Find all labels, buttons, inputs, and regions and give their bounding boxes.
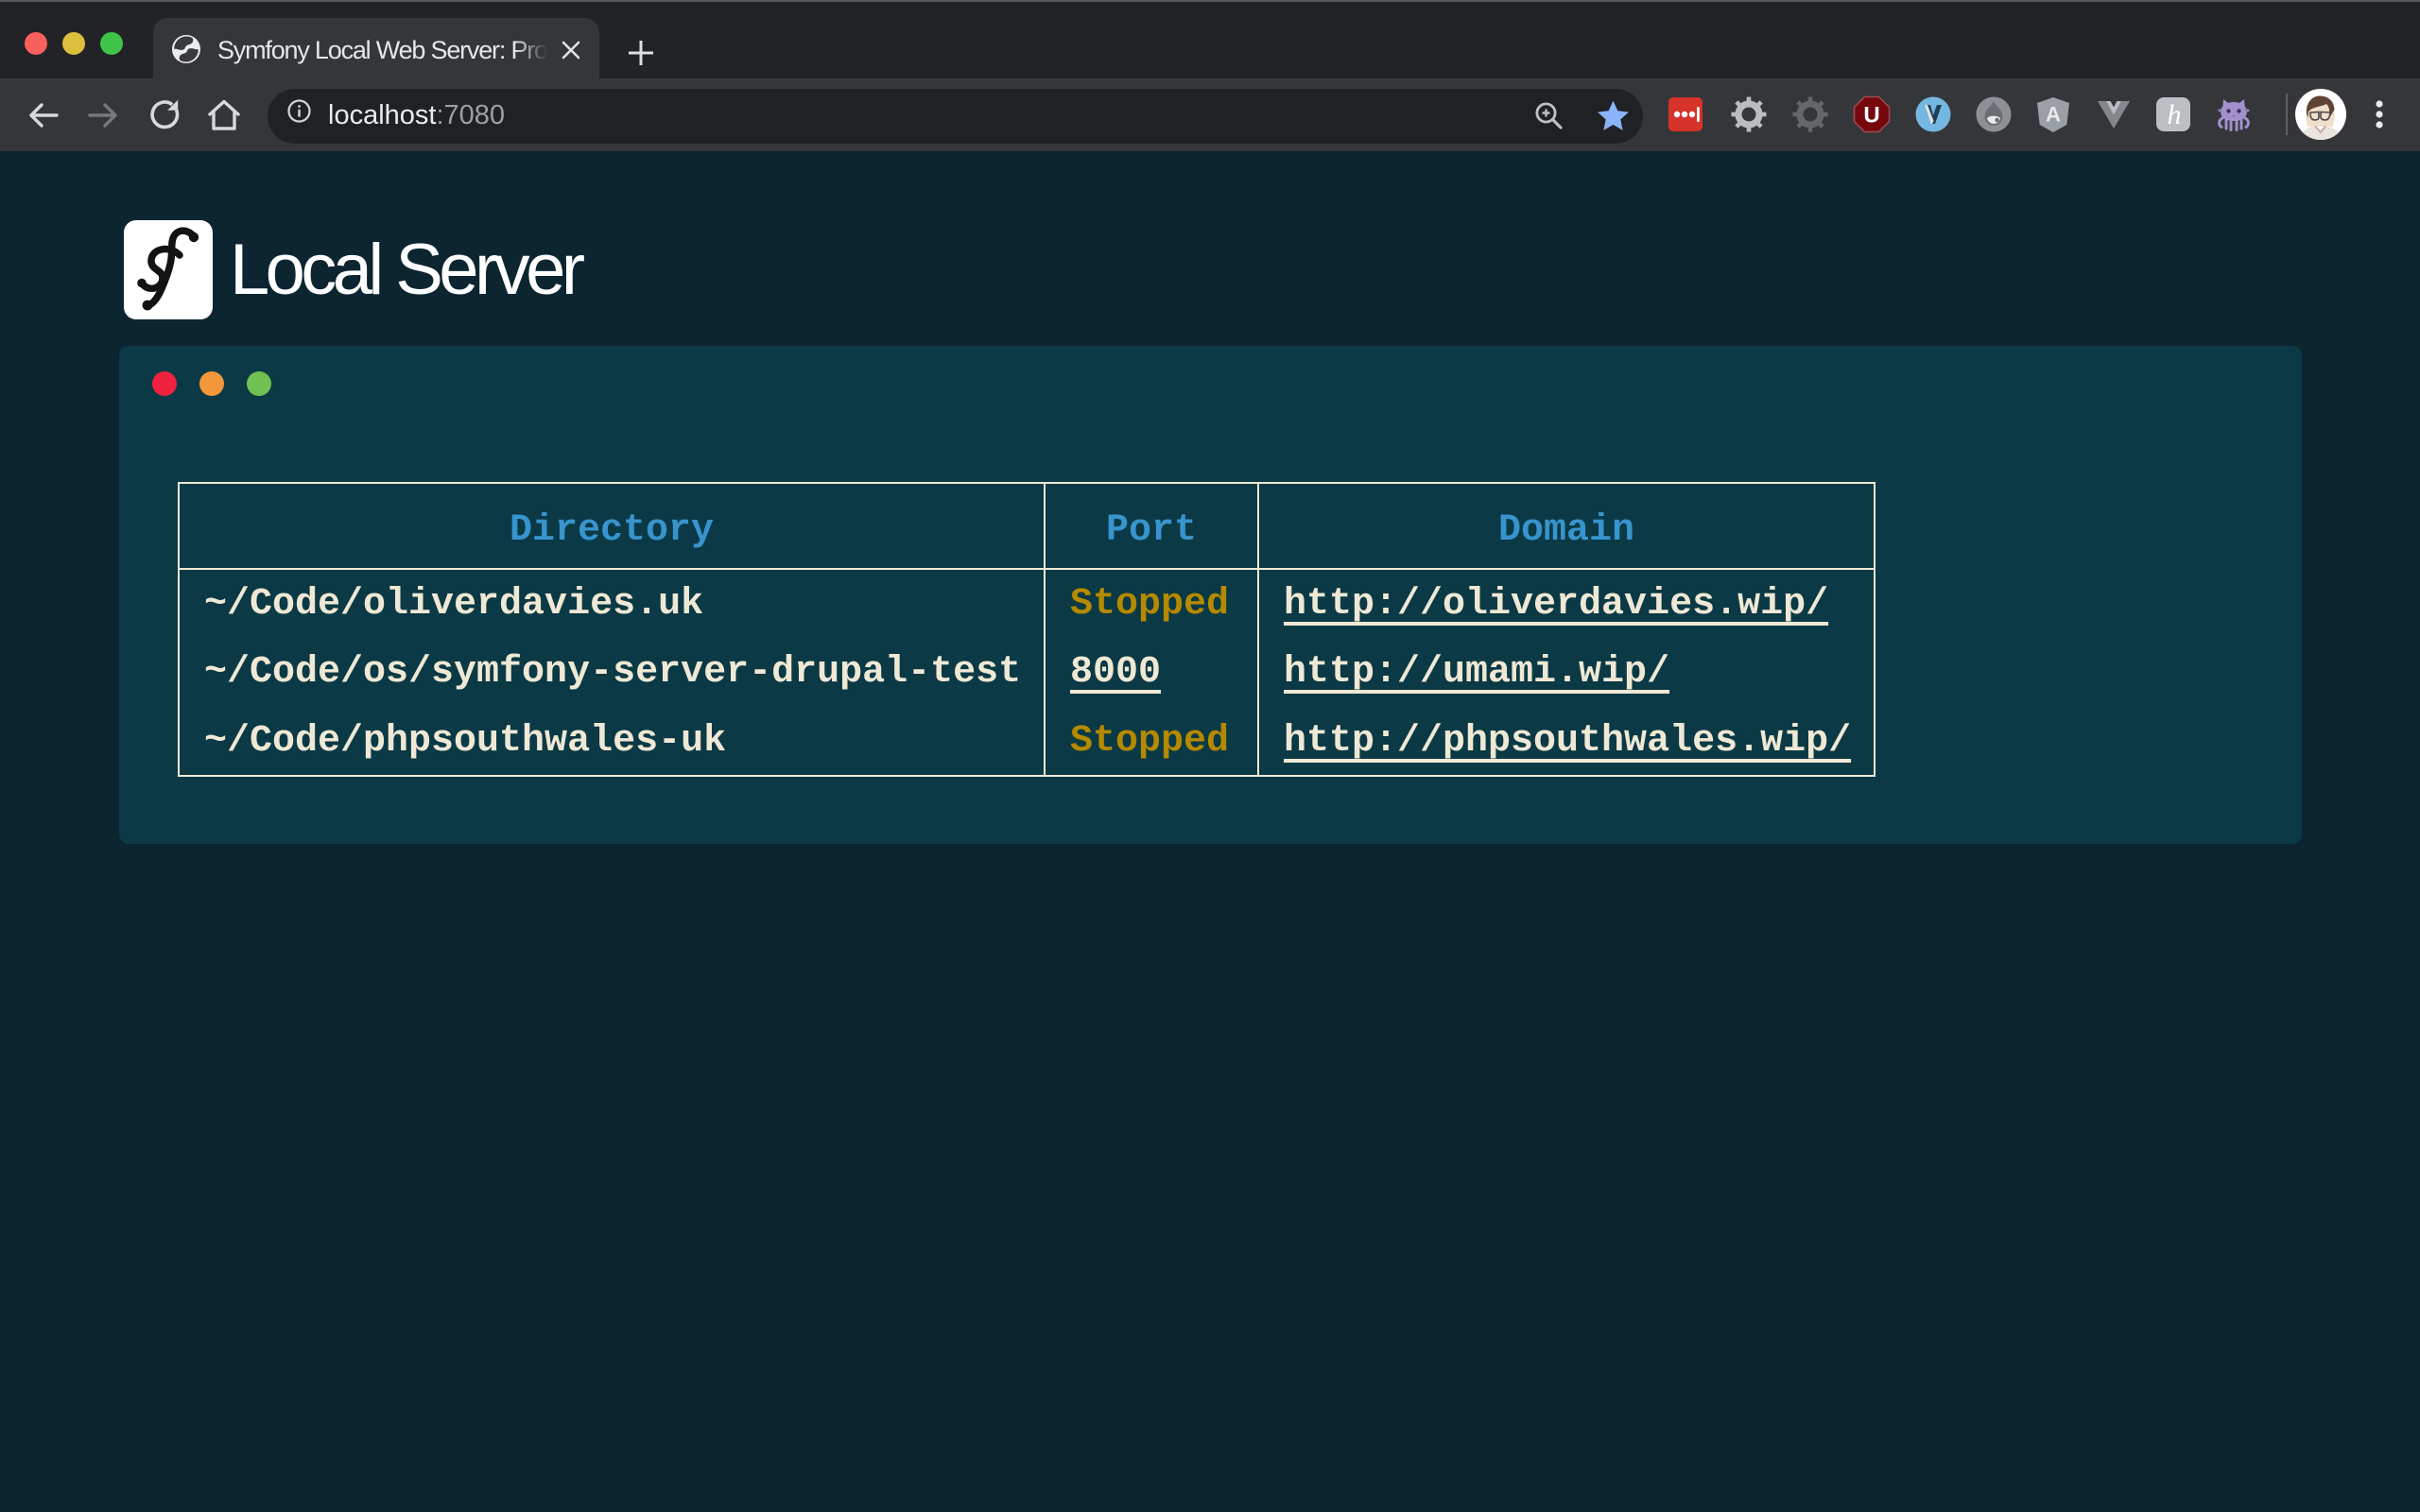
svg-text:A: A bbox=[2046, 103, 2061, 127]
svg-text:h: h bbox=[2168, 99, 2182, 130]
svg-text:U: U bbox=[1863, 103, 1879, 129]
